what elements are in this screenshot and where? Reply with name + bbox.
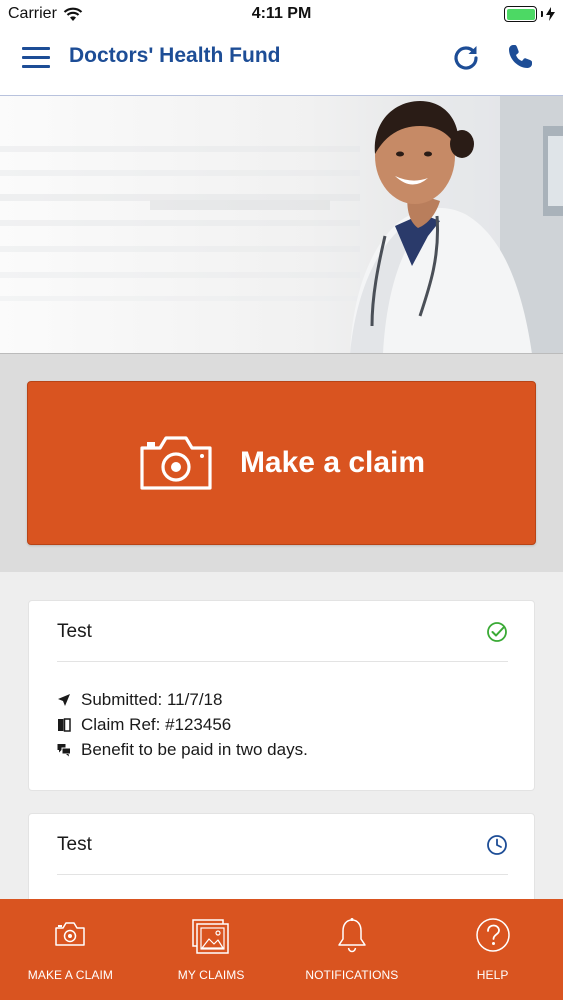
battery-icon: [504, 6, 537, 22]
clock-icon: [487, 835, 507, 855]
claim-ref-row: Claim Ref: #123456: [57, 715, 231, 735]
camera-icon: [140, 436, 212, 490]
card-divider: [57, 661, 508, 662]
tab-label: NOTIFICATIONS: [305, 968, 399, 982]
make-claim-label: Make a claim: [239, 446, 426, 479]
photos-icon: [192, 919, 229, 954]
battery-indicator: [504, 6, 555, 22]
claim-submitted-row: Submitted: 11/7/18: [57, 690, 222, 710]
claim-benefit-text: Benefit to be paid in two days.: [81, 740, 308, 759]
clock-time: 4:11 PM: [251, 5, 312, 22]
chat-icon: [57, 744, 71, 757]
send-icon: [58, 694, 70, 706]
app-title: Doctors' Health Fund: [69, 44, 281, 67]
make-claim-button[interactable]: Make a claim: [27, 381, 536, 545]
tab-my-claims[interactable]: MY CLAIMS: [141, 899, 282, 1000]
reference-icon: [58, 718, 71, 732]
status-bar: Carrier 4:11 PM: [0, 0, 563, 30]
card-divider: [57, 874, 508, 875]
charging-bolt-icon: [546, 7, 555, 21]
hero-doctor-image: [0, 96, 563, 354]
claim-ref-text: Claim Ref: #123456: [81, 715, 232, 734]
tab-notifications[interactable]: NOTIFICATIONS: [282, 899, 423, 1000]
tab-make-a-claim[interactable]: MAKE A CLAIM: [0, 899, 141, 1000]
tab-label: MY CLAIMS: [177, 968, 245, 982]
claim-title: Test: [57, 834, 92, 855]
phone-icon[interactable]: [506, 43, 534, 71]
app-header: Doctors' Health Fund: [0, 30, 563, 96]
hamburger-menu-icon[interactable]: [22, 47, 50, 69]
claim-benefit-row: Benefit to be paid in two days.: [57, 740, 308, 760]
tab-label: HELP: [476, 968, 509, 982]
bell-icon: [338, 918, 366, 953]
refresh-icon[interactable]: [452, 43, 480, 71]
check-circle-icon: [487, 622, 507, 642]
claim-submitted-text: Submitted: 11/7/18: [81, 690, 223, 709]
camera-icon: [55, 922, 86, 946]
claim-title: Test: [57, 621, 92, 642]
claim-card[interactable]: Test Submitted: 11/7/18 Claim Ref: #1234…: [28, 600, 535, 791]
bottom-tab-bar: MAKE A CLAIM MY CLAIMS NOTIFICATIONS HEL…: [0, 899, 563, 1000]
claim-band: Make a claim: [0, 354, 563, 572]
help-icon: [475, 918, 510, 952]
tab-help[interactable]: HELP: [422, 899, 563, 1000]
tab-label: MAKE A CLAIM: [27, 968, 113, 982]
